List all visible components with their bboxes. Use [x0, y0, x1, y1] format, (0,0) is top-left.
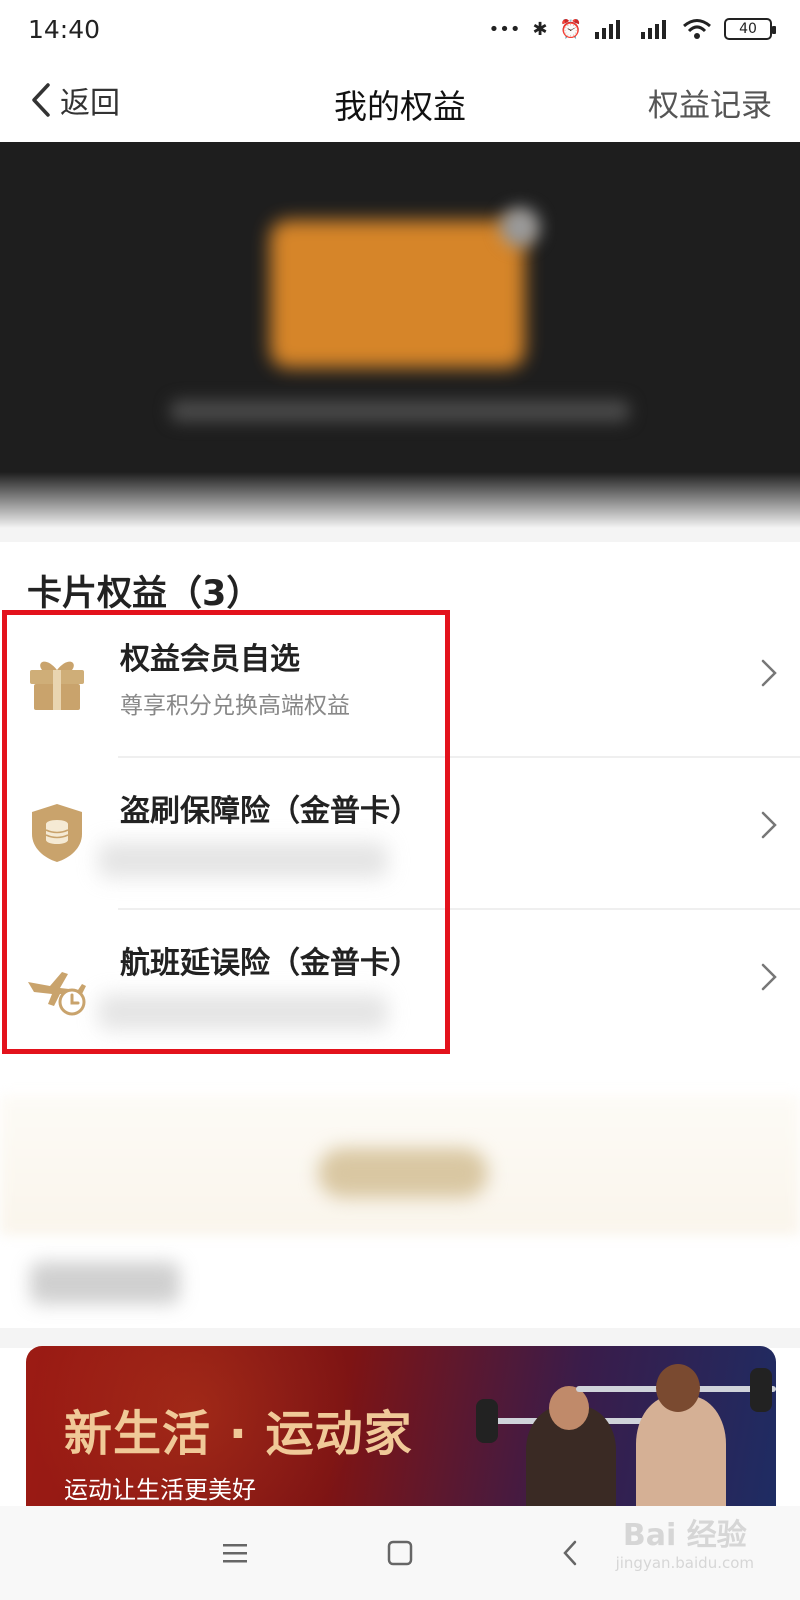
- nav-bar: 返回 我的权益 权益记录: [0, 58, 800, 142]
- blurred-button: [318, 1148, 488, 1198]
- gift-icon: [24, 648, 90, 714]
- benefit-item-fraud-insurance[interactable]: 盗刷保障险（金普卡）: [0, 758, 800, 910]
- card-image: [270, 220, 525, 368]
- weight-plate-graphic: [476, 1399, 498, 1443]
- benefit-list: 权益会员自选 尊享积分兑换高端权益 盗刷保障险（金普卡） 航班延误险（金普卡）: [0, 606, 800, 1056]
- system-back-button[interactable]: [545, 1528, 595, 1578]
- plane-clock-icon: [24, 952, 90, 1018]
- benefit-description: 尊享积分兑换高端权益: [120, 693, 350, 719]
- card-hero: [0, 142, 800, 542]
- weight-plate-graphic: [750, 1368, 772, 1412]
- cell-signal-icon: [595, 20, 620, 39]
- hero-fade: [0, 472, 800, 542]
- athlete-woman-head: [656, 1364, 700, 1412]
- benefit-description-blurred: [98, 994, 388, 1030]
- cell-signal-icon: [641, 20, 666, 39]
- benefit-item-flight-delay-insurance[interactable]: 航班延误险（金普卡）: [0, 910, 800, 1062]
- square-icon: [387, 1540, 413, 1566]
- more-dots-icon: •••: [488, 18, 521, 40]
- recent-apps-button[interactable]: [210, 1528, 260, 1578]
- wifi-icon: [683, 19, 711, 39]
- benefit-description-blurred: [98, 842, 388, 878]
- bluetooth-icon: ✱: [532, 18, 548, 40]
- card-badge: [500, 207, 540, 247]
- status-bar: 14:40 ••• ✱ ⏰ 40: [0, 0, 800, 58]
- benefit-records-link[interactable]: 权益记录: [648, 80, 772, 125]
- back-button[interactable]: 返回: [30, 78, 120, 122]
- card-caption-blur: [170, 400, 630, 422]
- back-label: 返回: [60, 86, 120, 121]
- benefit-name: 权益会员自选: [120, 642, 300, 677]
- benefit-name: 航班延误险（金普卡）: [120, 946, 420, 981]
- alarm-icon: ⏰: [559, 18, 582, 40]
- battery-indicator: 40: [724, 18, 776, 40]
- section-separator: [0, 1328, 800, 1348]
- chevron-right-icon: [761, 811, 777, 839]
- banner-subtitle: 运动让生活更美好: [64, 1476, 256, 1504]
- menu-icon: [223, 1544, 247, 1563]
- banner-title: 新生活 · 运动家: [64, 1406, 413, 1462]
- watermark: Bai 经验 jingyan.baidu.com: [616, 1510, 754, 1572]
- status-time: 14:40: [28, 14, 101, 44]
- chevron-left-icon: [32, 83, 50, 117]
- chevron-right-icon: [761, 659, 777, 687]
- benefit-name: 盗刷保障险（金普卡）: [120, 794, 420, 829]
- promo-banner[interactable]: 新生活 · 运动家 运动让生活更美好: [26, 1346, 776, 1506]
- chevron-left-icon: [563, 1540, 577, 1566]
- athlete-woman-graphic: [636, 1396, 726, 1506]
- status-icons: ••• ✱ ⏰ 40: [488, 18, 776, 40]
- shield-coin-icon: [24, 800, 90, 866]
- watermark-logo: Bai 经验: [622, 1518, 747, 1553]
- blurred-heading: [30, 1262, 180, 1304]
- athlete-man-head: [549, 1386, 589, 1430]
- chevron-right-icon: [761, 963, 777, 991]
- benefit-item-member-choice[interactable]: 权益会员自选 尊享积分兑换高端权益: [0, 606, 800, 758]
- watermark-url: jingyan.baidu.com: [615, 1554, 754, 1572]
- home-button[interactable]: [375, 1528, 425, 1578]
